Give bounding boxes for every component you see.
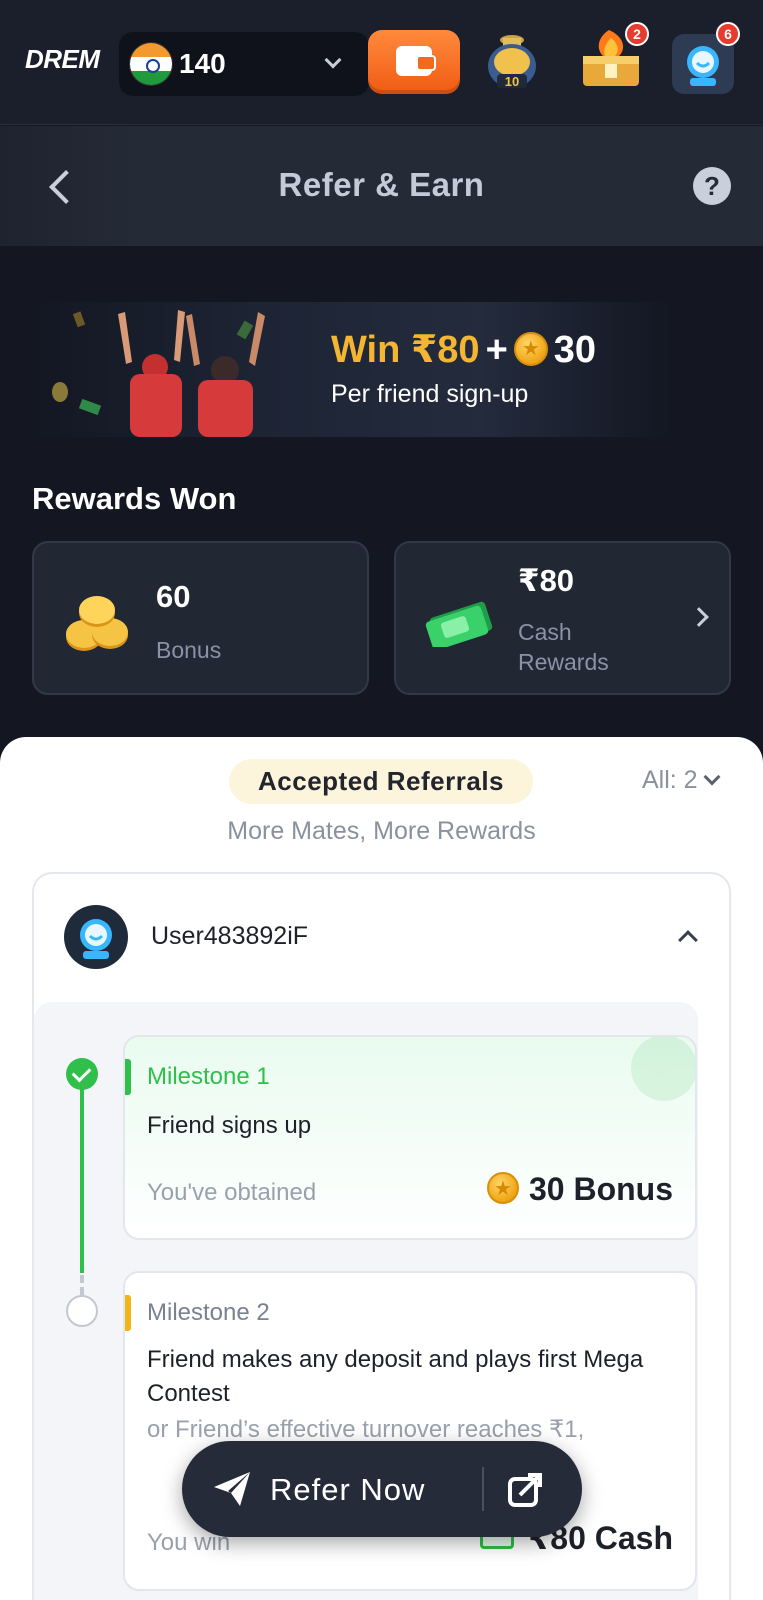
cash-value: ₹80 (518, 563, 575, 598)
chest-notification-badge: 2 (625, 22, 649, 46)
send-icon (214, 1472, 250, 1506)
milestone-reward: 30 Bonus (486, 1171, 673, 1208)
milestone-reward-value: 30 Bonus (528, 1171, 673, 1207)
milestone-pending-dot (66, 1295, 98, 1327)
referral-filter-dropdown[interactable]: All: 2 (642, 766, 721, 795)
chevron-right-icon (689, 607, 709, 627)
promo-subtitle: Per friend sign-up (331, 380, 529, 408)
bonus-label: Bonus (156, 637, 222, 663)
india-flag-icon (129, 42, 173, 86)
avatar-notification-badge: 6 (716, 22, 740, 46)
bonus-reward-card: 60 Bonus (32, 541, 369, 695)
jar-count: 10 (505, 74, 519, 89)
coin-icon (486, 1172, 519, 1204)
wallet-button[interactable] (368, 30, 460, 94)
refer-now-label: Refer Now (270, 1472, 426, 1507)
coin-icon (513, 332, 548, 366)
avatar-icon (80, 919, 112, 959)
milestone-label: Milestone 1 (147, 1063, 270, 1090)
wallet-icon (396, 46, 436, 76)
referral-username: User483892iF (151, 922, 309, 950)
promo-headline: Win ₹80+30 (331, 327, 596, 372)
page-header: Refer & Earn (0, 126, 763, 246)
promo-plus: + (485, 329, 508, 371)
top-bar: DREM 140 10 2 6 (0, 0, 763, 125)
bonus-value: 60 (156, 579, 191, 614)
milestone-accent-bar (125, 1059, 131, 1095)
milestone-complete-check-icon (66, 1058, 98, 1090)
celebrating-fans-image (52, 310, 265, 437)
chevron-down-icon (703, 768, 721, 786)
page-title: Refer & Earn (278, 166, 485, 203)
cash-reward-card[interactable]: ₹80 Cash Rewards (394, 541, 731, 695)
chevron-down-icon (324, 51, 342, 69)
milestone-status-text: You've obtained (147, 1179, 317, 1206)
coin-jar-button[interactable]: 10 (483, 30, 541, 92)
app-logo[interactable]: DREM (25, 44, 100, 75)
promo-cash-amount: Win ₹80 (331, 329, 480, 371)
refer-action-bar: Refer Now (182, 1441, 582, 1537)
balance-value: 140 (179, 48, 226, 79)
milestone-card-1: Milestone 1 Friend signs up You've obtai… (123, 1035, 697, 1240)
share-button[interactable] (500, 1465, 550, 1515)
divider (482, 1467, 484, 1511)
filter-label: All: 2 (642, 766, 698, 794)
milestone-description: Friend makes any deposit and plays first… (147, 1346, 644, 1407)
treasure-chest-button[interactable]: 2 (575, 22, 649, 94)
cash-label-line1: Cash (518, 619, 572, 645)
cash-label-line2: Rewards (518, 649, 609, 675)
promo-coin-amount: 30 (553, 329, 597, 371)
refer-now-button[interactable]: Refer Now (182, 1441, 482, 1537)
timeline-pending-segment (80, 1275, 84, 1295)
milestone-accent-bar (125, 1295, 131, 1331)
rewards-won-heading: Rewards Won (32, 481, 237, 516)
profile-avatar-button[interactable]: 6 (672, 22, 740, 94)
help-icon[interactable]: ? (693, 167, 731, 205)
tab-accepted-referrals[interactable]: Accepted Referrals (229, 759, 533, 804)
milestone-description: Friend signs up (147, 1112, 312, 1139)
balance-selector[interactable]: 140 (119, 32, 369, 96)
cash-stack-icon (425, 601, 493, 647)
gold-coins-icon (66, 596, 128, 651)
milestone-label: Milestone 2 (147, 1299, 270, 1326)
timeline-progress (80, 1073, 84, 1273)
referral-avatar (64, 905, 128, 969)
referrals-subtitle: More Mates, More Rewards (227, 817, 536, 845)
completed-check-icon (631, 1037, 695, 1101)
milestone-card-2: Milestone 2 Friend makes any deposit and… (123, 1271, 697, 1591)
share-icon (508, 1473, 542, 1507)
coin-jar-icon: 10 (488, 35, 536, 89)
